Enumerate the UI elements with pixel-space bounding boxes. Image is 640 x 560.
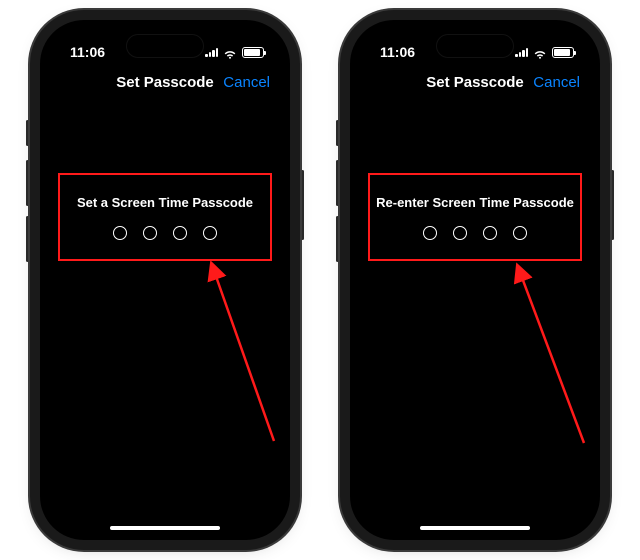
content-area: Set a Screen Time Passcode <box>44 101 286 536</box>
nav-bar: Set Passcode Cancel <box>354 68 596 101</box>
status-time: 11:06 <box>70 44 105 60</box>
volume-up-button <box>336 160 339 206</box>
volume-down-button <box>336 216 339 262</box>
phone-right: 11:06 Set Passcode Cancel Re-enter Scree… <box>350 20 600 540</box>
annotation-arrow-icon <box>194 251 284 451</box>
phone-frame: 11:06 Set Passcode Cancel Set a Screen T… <box>40 20 290 540</box>
dynamic-island <box>126 34 204 58</box>
status-time: 11:06 <box>380 44 415 60</box>
passcode-dot <box>453 226 467 240</box>
passcode-input[interactable] <box>113 226 217 240</box>
home-indicator[interactable] <box>420 526 530 530</box>
mute-switch <box>336 120 339 146</box>
battery-icon <box>552 47 574 58</box>
cancel-button[interactable]: Cancel <box>216 74 270 91</box>
phone-left: 11:06 Set Passcode Cancel Set a Screen T… <box>40 20 290 540</box>
dynamic-island <box>436 34 514 58</box>
annotation-highlight-box: Re-enter Screen Time Passcode <box>368 173 582 261</box>
battery-icon <box>242 47 264 58</box>
passcode-input[interactable] <box>423 226 527 240</box>
content-area: Re-enter Screen Time Passcode <box>354 101 596 536</box>
annotation-highlight-box: Set a Screen Time Passcode <box>58 173 272 261</box>
wifi-icon <box>533 47 547 57</box>
cellular-icon <box>515 47 528 57</box>
cellular-icon <box>205 47 218 57</box>
nav-title: Set Passcode <box>424 74 526 91</box>
power-button <box>611 170 614 240</box>
passcode-dot <box>173 226 187 240</box>
mute-switch <box>26 120 29 146</box>
passcode-dot <box>203 226 217 240</box>
passcode-dot <box>423 226 437 240</box>
status-right <box>515 47 574 58</box>
passcode-dot <box>113 226 127 240</box>
cancel-button[interactable]: Cancel <box>526 74 580 91</box>
phone-frame: 11:06 Set Passcode Cancel Re-enter Scree… <box>350 20 600 540</box>
nav-title: Set Passcode <box>114 74 216 91</box>
passcode-heading: Set a Screen Time Passcode <box>77 195 253 210</box>
passcode-dot <box>143 226 157 240</box>
annotation-arrow-icon <box>492 253 592 453</box>
passcode-heading: Re-enter Screen Time Passcode <box>376 195 574 210</box>
passcode-dot <box>513 226 527 240</box>
status-right <box>205 47 264 58</box>
power-button <box>301 170 304 240</box>
wifi-icon <box>223 47 237 57</box>
screen: 11:06 Set Passcode Cancel Re-enter Scree… <box>354 24 596 536</box>
nav-bar: Set Passcode Cancel <box>44 68 286 101</box>
home-indicator[interactable] <box>110 526 220 530</box>
volume-up-button <box>26 160 29 206</box>
passcode-dot <box>483 226 497 240</box>
volume-down-button <box>26 216 29 262</box>
screen: 11:06 Set Passcode Cancel Set a Screen T… <box>44 24 286 536</box>
